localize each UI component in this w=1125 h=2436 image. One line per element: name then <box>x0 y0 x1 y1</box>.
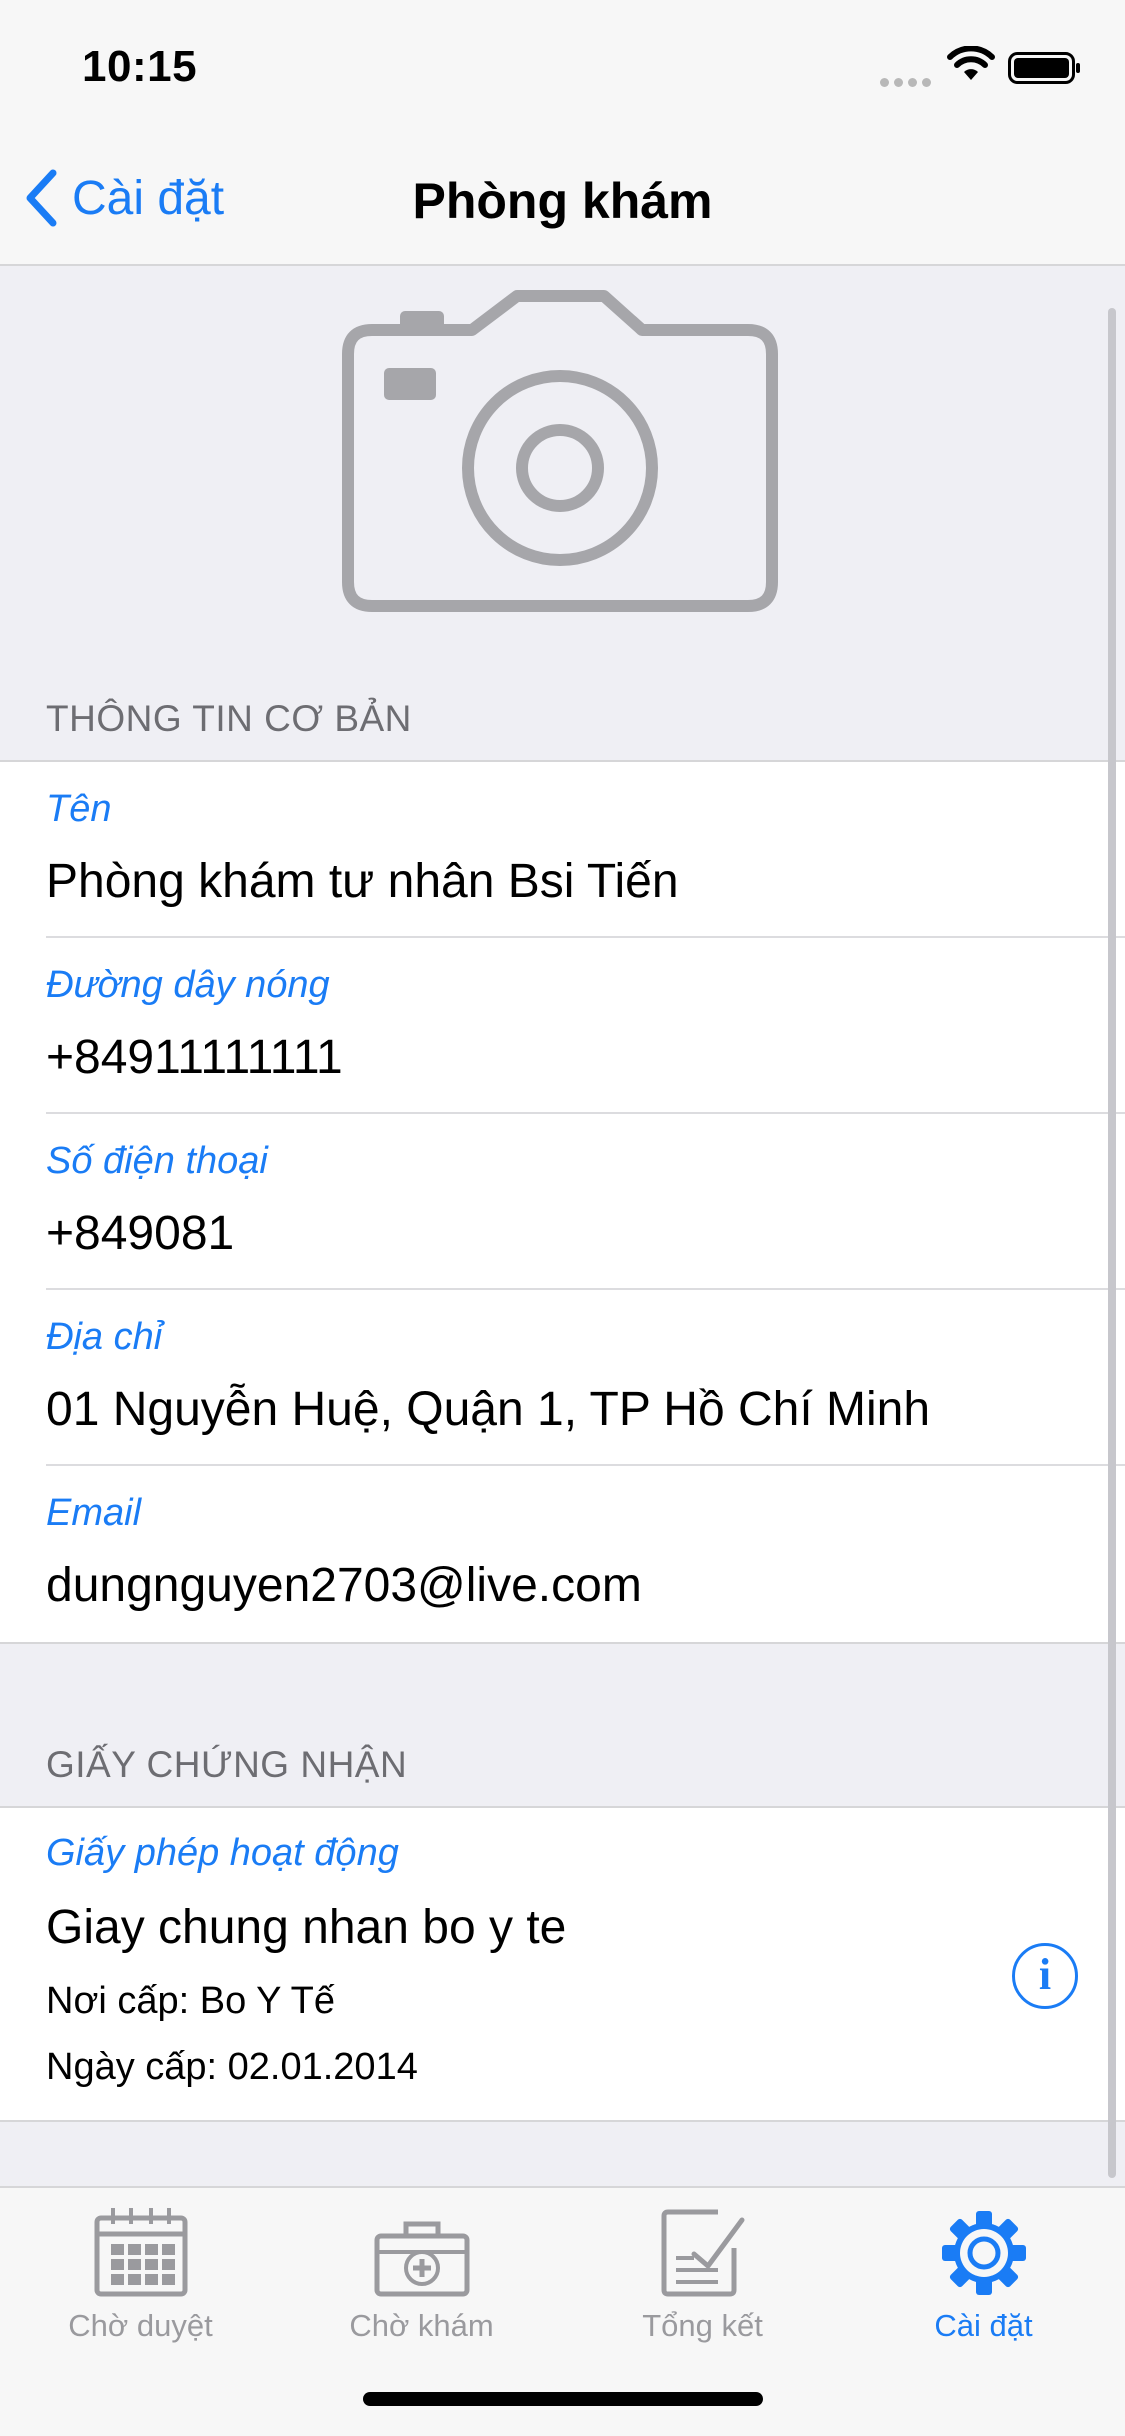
field-name-value: Phòng khám tư nhân Bsi Tiến <box>46 855 679 908</box>
certificate-row[interactable]: Giấy phép hoạt động Giay chung nhan bo y… <box>0 1808 1125 2120</box>
field-name[interactable]: Tên Phòng khám tư nhân Bsi Tiến <box>0 762 1125 938</box>
field-phone-value: +849081 <box>46 1207 235 1260</box>
tab-label: Chờ duyệt <box>68 2308 213 2343</box>
certificate-issuer: Nơi cấp: Bo Y Tế <box>46 1980 335 2022</box>
field-name-label: Tên <box>46 788 112 830</box>
tab-label: Tổng kết <box>642 2308 763 2343</box>
tab-label: Cài đặt <box>934 2308 1033 2343</box>
signal-icon <box>880 74 936 92</box>
camera-icon[interactable] <box>342 290 778 612</box>
field-address-value: 01 Nguyễn Huệ, Quận 1, TP Hồ Chí Minh <box>46 1383 931 1436</box>
field-hotline-value: +84911111111 <box>46 1031 343 1084</box>
battery-icon <box>1008 52 1080 84</box>
medical-kit-icon <box>374 2221 469 2297</box>
field-email-value: dungnguyen2703@live.com <box>46 1559 642 1612</box>
certificate-value: Giay chung nhan bo y te <box>46 1901 567 1954</box>
gear-icon <box>941 2211 1026 2295</box>
certificate-issue-date: Ngày cấp: 02.01.2014 <box>46 2046 418 2088</box>
navigation-bar: Cài đặt Phòng khám <box>0 140 1125 266</box>
tab-label: Chờ khám <box>349 2308 494 2343</box>
field-address[interactable]: Địa chỉ 01 Nguyễn Huệ, Quận 1, TP Hồ Chí… <box>0 1290 1125 1466</box>
wifi-icon <box>947 46 995 80</box>
certificate-label: Giấy phép hoạt động <box>46 1832 399 1874</box>
calendar-icon <box>94 2208 187 2297</box>
field-phone[interactable]: Số điện thoại +849081 <box>0 1114 1125 1290</box>
page-title: Phòng khám <box>412 173 713 229</box>
tab-settings[interactable]: Cài đặt <box>843 2202 1124 2344</box>
checklist-icon <box>661 2209 744 2297</box>
field-hotline[interactable]: Đường dây nóng +84911111111 <box>0 938 1125 1114</box>
status-bar: 10:15 <box>0 0 1125 140</box>
field-email[interactable]: Email dungnguyen2703@live.com <box>0 1466 1125 1642</box>
basic-info-group: Tên Phòng khám tư nhân Bsi Tiến Đường dâ… <box>0 760 1125 1644</box>
info-icon[interactable]: i <box>1012 1943 1078 2009</box>
tab-summary[interactable]: Tổng kết <box>562 2202 843 2344</box>
field-email-label: Email <box>46 1492 142 1534</box>
field-hotline-label: Đường dây nóng <box>46 964 330 1006</box>
field-address-label: Địa chỉ <box>46 1316 163 1358</box>
certificate-group: Giấy phép hoạt động Giay chung nhan bo y… <box>0 1806 1125 2122</box>
tab-pending-approval[interactable]: Chờ duyệt <box>0 2202 281 2344</box>
home-indicator <box>363 2392 763 2406</box>
section-header-basic-info: THÔNG TIN CƠ BẢN <box>46 698 412 739</box>
field-phone-label: Số điện thoại <box>46 1140 268 1182</box>
scrollbar[interactable] <box>1108 308 1116 2178</box>
tab-waiting-exam[interactable]: Chờ khám <box>281 2202 562 2344</box>
status-time: 10:15 <box>82 42 198 91</box>
section-header-certificate: GIẤY CHỨNG NHẬN <box>46 1744 408 1785</box>
